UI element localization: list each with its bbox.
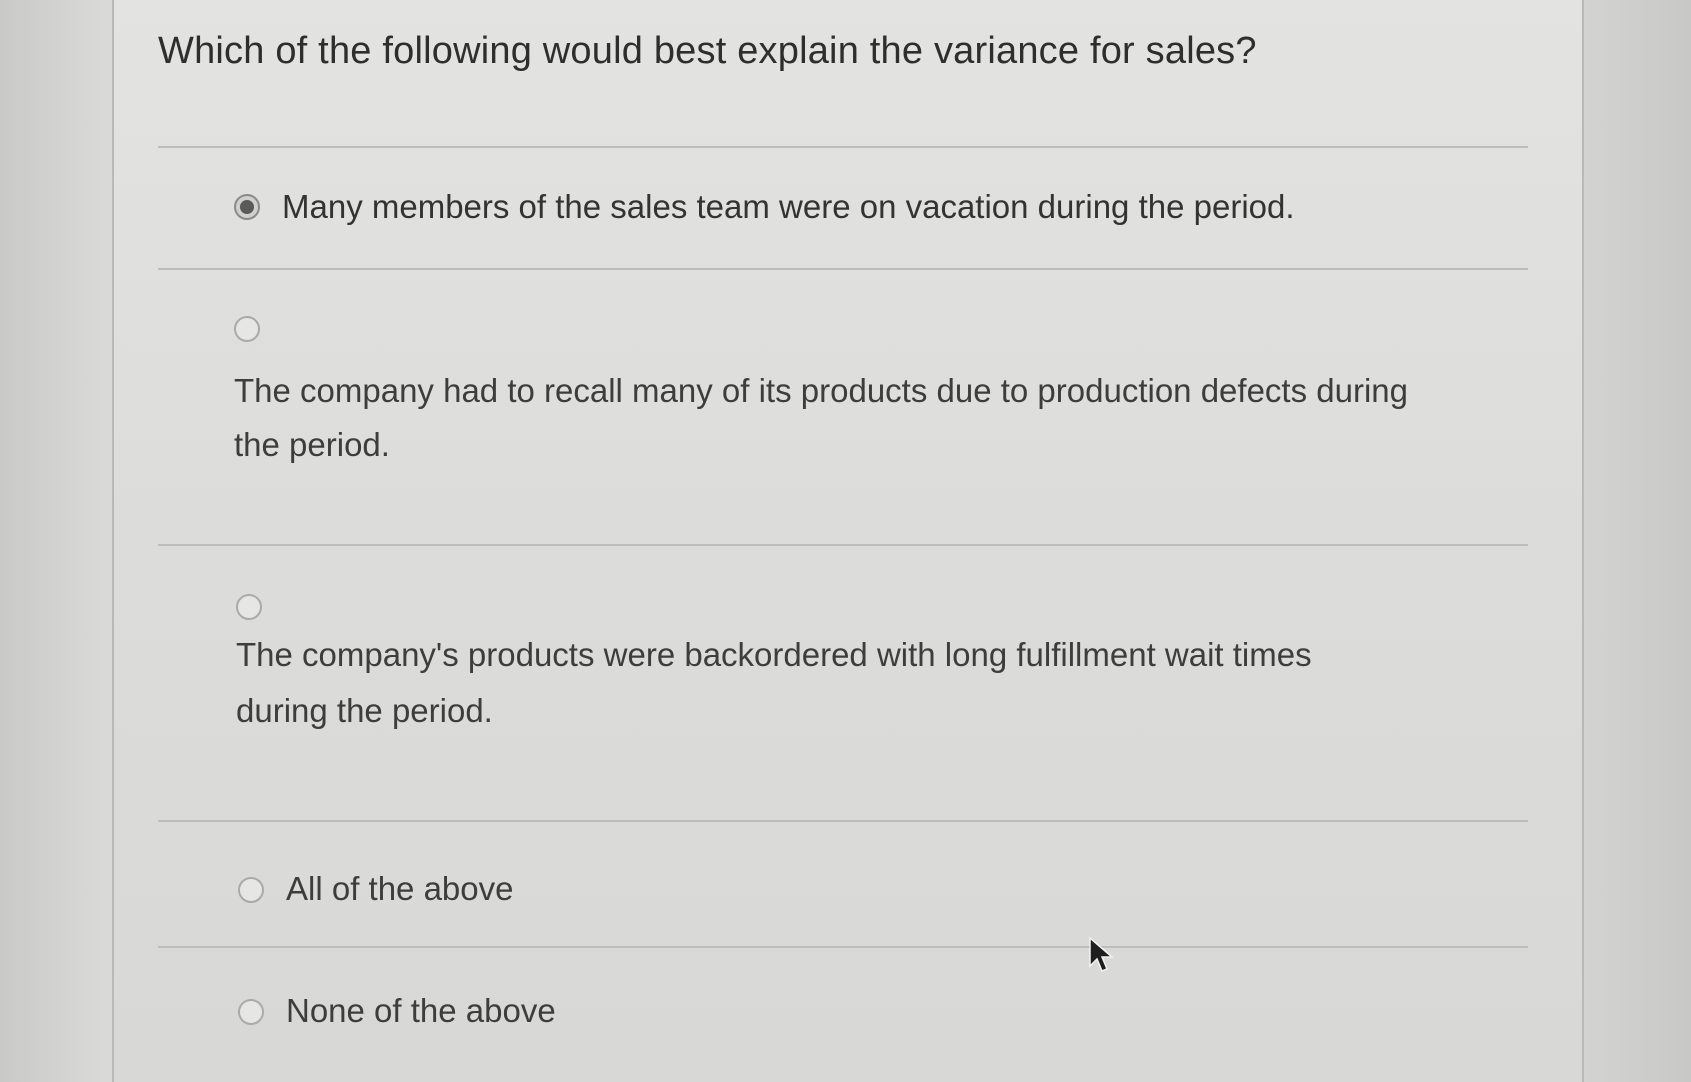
radio-unselected-icon[interactable] [236, 594, 262, 620]
answer-option-2[interactable]: The company had to recall many of its pr… [234, 312, 1494, 463]
question-panel: Which of the following would best explai… [112, 0, 1584, 1082]
answer-option-3[interactable]: The company's products were backordered … [236, 590, 1496, 740]
divider [158, 820, 1528, 822]
answer-option-2-label-line1: The company had to recall many of its pr… [234, 372, 1408, 409]
divider [158, 146, 1528, 148]
radio-unselected-icon[interactable] [238, 999, 264, 1025]
radio-selected-icon[interactable] [234, 194, 260, 220]
answer-option-3-label-line1: The company's products were backordered … [236, 636, 1312, 673]
answer-option-3-label-line2: during the period. [236, 692, 493, 729]
radio-unselected-icon[interactable] [234, 316, 260, 342]
answer-option-2-label-line2: the period. [234, 426, 390, 463]
divider [158, 544, 1528, 546]
divider [158, 946, 1528, 948]
mouse-pointer-icon [1089, 936, 1115, 972]
answer-option-1-label: Many members of the sales team were on v… [282, 188, 1295, 225]
divider [158, 268, 1528, 270]
screen: Which of the following would best explai… [0, 0, 1691, 1082]
question-text: Which of the following would best explai… [158, 30, 1257, 72]
answer-option-none[interactable]: None of the above [238, 984, 738, 1040]
answer-option-all[interactable]: All of the above [238, 862, 738, 918]
answer-option-all-label: All of the above [286, 870, 514, 907]
answer-option-1[interactable]: Many members of the sales team were on v… [234, 180, 1484, 240]
radio-unselected-icon[interactable] [238, 877, 264, 903]
answer-option-none-label: None of the above [286, 992, 556, 1029]
